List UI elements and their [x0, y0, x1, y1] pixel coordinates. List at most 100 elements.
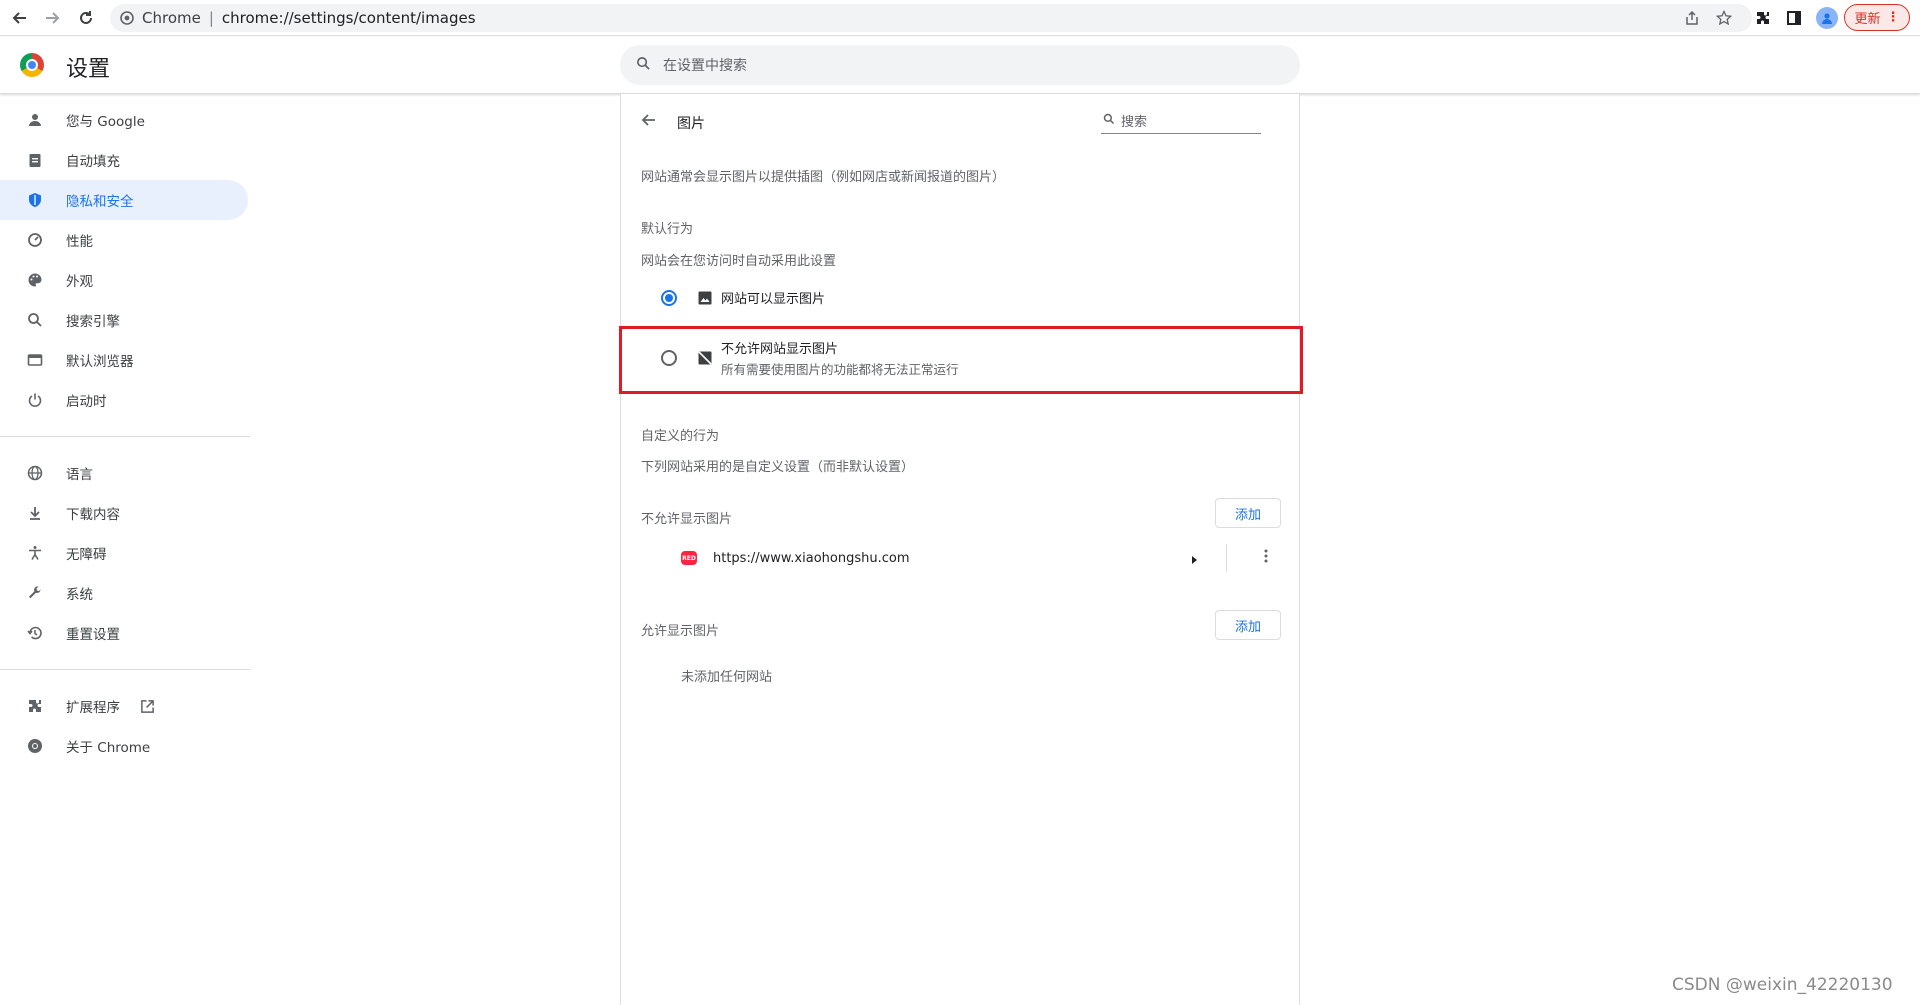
forward-arrow-icon[interactable]	[42, 8, 62, 28]
option-allow-label: 网站可以显示图片	[721, 292, 826, 307]
sidebar-item-label: 性能	[66, 234, 93, 250]
page-description: 网站通常会显示图片以提供插图（例如网店或新闻报道的图片）	[641, 170, 1006, 185]
sidebar-item-label: 扩展程序	[66, 700, 120, 716]
sidebar-divider	[0, 669, 250, 670]
search-icon	[26, 311, 44, 329]
sidebar-item-label: 默认浏览器	[66, 354, 134, 370]
sidebar-item-performance[interactable]: 性能	[0, 220, 250, 260]
more-actions-icon[interactable]	[1258, 548, 1274, 568]
image-icon	[697, 290, 713, 306]
history-icon	[26, 624, 44, 642]
sidebar-item-label: 自动填充	[66, 154, 120, 170]
sidebar-item-privacy-security[interactable]: 隐私和安全	[0, 180, 248, 220]
wrench-icon	[26, 584, 44, 602]
reload-icon[interactable]	[76, 8, 96, 28]
omnibox-site-name: Chrome	[142, 9, 201, 27]
download-icon	[26, 504, 44, 522]
chrome-logo-icon	[20, 53, 44, 77]
sidebar-item-default-browser[interactable]: 默认浏览器	[0, 340, 250, 380]
blocked-list-heading: 不允许显示图片	[641, 512, 733, 527]
allowed-list-heading: 允许显示图片	[641, 624, 720, 639]
sidebar-item-label: 您与 Google	[66, 114, 145, 130]
allowed-empty-text: 未添加任何网站	[681, 670, 773, 685]
browser-window-icon	[26, 351, 44, 369]
row-divider	[1226, 544, 1227, 572]
sidebar-item-label: 语言	[66, 467, 93, 483]
add-allowed-site-button[interactable]: 添加	[1215, 610, 1281, 640]
sidebar-item-reset-settings[interactable]: 重置设置	[0, 613, 250, 653]
sidebar-item-label: 重置设置	[66, 627, 120, 643]
add-blocked-site-button[interactable]: 添加	[1215, 498, 1281, 528]
bookmark-star-icon[interactable]	[1714, 8, 1734, 28]
sidebar-item-appearance[interactable]: 外观	[0, 260, 250, 300]
watermark-text: CSDN @weixin_42220130	[1672, 975, 1893, 995]
sidebar-item-label: 系统	[66, 587, 93, 603]
radio-button-allow[interactable]	[661, 289, 677, 306]
back-arrow-icon[interactable]	[10, 8, 30, 28]
omnibox-url: chrome://settings/content/images	[221, 9, 476, 27]
update-button[interactable]: 更新 ⋮	[1844, 4, 1910, 31]
subpage-header: 图片 搜索	[621, 94, 1301, 150]
profile-avatar[interactable]	[1816, 7, 1838, 29]
person-icon	[26, 111, 44, 129]
site-search-input[interactable]: 搜索	[1101, 108, 1261, 134]
sidebar-item-about-chrome[interactable]: 关于 Chrome	[0, 726, 250, 766]
sidebar-item-accessibility[interactable]: 无障碍	[0, 533, 250, 573]
arrow-back-icon	[641, 114, 655, 126]
search-icon	[1103, 113, 1115, 129]
open-in-new-icon	[140, 699, 155, 714]
sidebar-item-search-engine[interactable]: 搜索引擎	[0, 300, 250, 340]
site-search-placeholder: 搜索	[1121, 115, 1148, 130]
sidebar-item-label: 外观	[66, 274, 93, 290]
search-placeholder: 在设置中搜索	[663, 58, 747, 74]
blocked-site-url: https://www.xiaohongshu.com	[713, 550, 910, 566]
sidebar-item-extensions[interactable]: 扩展程序	[0, 686, 250, 726]
sidebar-item-you-and-google[interactable]: 您与 Google	[0, 100, 250, 140]
side-panel-icon[interactable]	[1784, 8, 1804, 28]
settings-header: 设置 在设置中搜索	[0, 37, 1920, 94]
default-behavior-heading: 默认行为	[641, 222, 694, 237]
shield-icon	[26, 191, 44, 209]
sidebar-item-system[interactable]: 系统	[0, 573, 250, 613]
power-icon	[26, 391, 44, 409]
search-icon	[636, 56, 651, 75]
puzzle-icon	[26, 697, 44, 715]
update-label: 更新	[1854, 12, 1881, 27]
blocked-site-row: RED https://www.xiaohongshu.com	[681, 538, 1281, 578]
browser-toolbar: Chrome | chrome://settings/content/image…	[0, 0, 1920, 36]
sidebar-item-languages[interactable]: 语言	[0, 453, 250, 493]
sidebar-item-label: 启动时	[66, 394, 107, 410]
sidebar: 您与 Google 自动填充 隐私和安全 性能 外观 搜索引擎 默认浏览器 启动…	[0, 100, 250, 766]
globe-icon	[26, 464, 44, 482]
chrome-site-icon	[120, 11, 134, 25]
site-details-arrow-icon[interactable]	[1189, 550, 1199, 569]
sidebar-divider	[0, 436, 250, 437]
sidebar-item-label: 无障碍	[66, 547, 107, 563]
custom-behavior-heading: 自定义的行为	[641, 429, 720, 444]
extensions-puzzle-icon[interactable]	[1753, 8, 1773, 28]
sidebar-item-on-startup[interactable]: 启动时	[0, 380, 250, 420]
sidebar-item-downloads[interactable]: 下载内容	[0, 493, 250, 533]
sidebar-item-autofill[interactable]: 自动填充	[0, 140, 250, 180]
chrome-icon	[26, 737, 44, 755]
radio-option-allow[interactable]: 网站可以显示图片	[641, 288, 1281, 307]
back-button[interactable]	[641, 112, 657, 132]
subpage-title: 图片	[677, 116, 705, 132]
sidebar-item-label: 下载内容	[66, 507, 120, 523]
omnibox-separator: |	[208, 9, 214, 27]
more-vert-icon: ⋮	[1886, 10, 1900, 25]
custom-behavior-desc: 下列网站采用的是自定义设置（而非默认设置）	[641, 460, 915, 475]
clipboard-icon	[26, 151, 44, 169]
site-favicon-icon: RED	[681, 551, 697, 565]
share-icon[interactable]	[1682, 8, 1702, 28]
omnibox[interactable]: Chrome | chrome://settings/content/image…	[110, 4, 1752, 32]
sidebar-item-label: 关于 Chrome	[66, 740, 151, 756]
sidebar-item-label: 隐私和安全	[66, 194, 134, 210]
default-behavior-desc: 网站会在您访问时自动采用此设置	[641, 254, 837, 269]
settings-card: 图片 搜索 网站通常会显示图片以提供插图（例如网店或新闻报道的图片） 默认行为 …	[619, 94, 1303, 1005]
page-title: 设置	[66, 57, 111, 82]
accessibility-icon	[26, 544, 44, 562]
annotation-highlight-box	[619, 326, 1303, 394]
settings-search-input[interactable]: 在设置中搜索	[620, 45, 1300, 85]
sidebar-item-label: 搜索引擎	[66, 314, 120, 330]
